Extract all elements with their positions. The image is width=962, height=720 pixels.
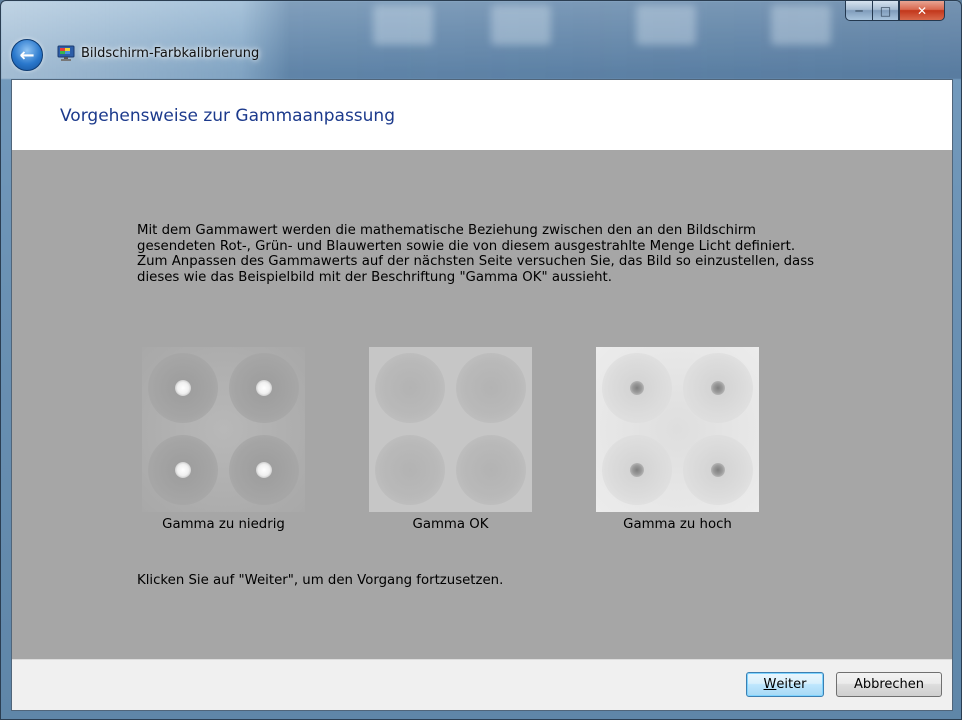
next-button-accel: W	[763, 677, 777, 692]
calibration-window: ─ □ ✕ ← Bildschirm-Farbkalibrierung Vorg…	[0, 0, 962, 720]
back-button[interactable]: ←	[11, 39, 43, 71]
background-desktop-icon	[373, 5, 433, 45]
gamma-center-dot	[630, 381, 644, 395]
gamma-center-dot	[256, 380, 272, 396]
back-arrow-icon: ←	[19, 44, 35, 66]
cancel-button[interactable]: Abbrechen	[836, 672, 942, 697]
page-title: Vorgehensweise zur Gammaanpassung	[60, 106, 395, 126]
background-desktop-icon	[771, 5, 831, 45]
minimize-button[interactable]: ─	[845, 1, 872, 21]
intro-text: Mit dem Gammawert werden die mathematisc…	[137, 223, 837, 285]
background-desktop-icon	[636, 5, 696, 45]
sample-gamma-ok: Gamma OK	[369, 347, 532, 532]
minimize-icon: ─	[855, 3, 863, 18]
button-bar: Weiter Abbrechen	[12, 659, 952, 710]
monitor-icon	[57, 45, 75, 61]
gamma-circle	[456, 353, 526, 423]
gamma-circle	[375, 353, 445, 423]
caption-buttons: ─ □ ✕	[845, 1, 945, 23]
close-icon: ✕	[916, 3, 928, 18]
intro-paragraph: Mit dem Gammawert werden die mathematisc…	[137, 223, 796, 254]
gamma-center-dot	[630, 463, 644, 477]
gamma-high-image	[596, 347, 759, 512]
background-desktop-icon	[491, 5, 551, 45]
window-title: Bildschirm-Farbkalibrierung	[81, 46, 260, 61]
gamma-center-dot	[256, 462, 272, 478]
sample-label: Gamma zu hoch	[623, 517, 732, 532]
header-band: Vorgehensweise zur Gammaanpassung	[12, 80, 952, 150]
gamma-low-image	[142, 347, 305, 512]
close-button[interactable]: ✕	[899, 1, 945, 21]
gamma-center-dot	[711, 381, 725, 395]
maximize-button[interactable]: □	[872, 1, 899, 21]
gamma-center-dot	[175, 462, 191, 478]
gamma-samples: Gamma zu niedrig Gamma OK Gamma zu hoch	[142, 347, 762, 547]
gamma-ok-image	[369, 347, 532, 512]
continue-hint: Klicken Sie auf "Weiter", um den Vorgang…	[137, 573, 504, 588]
next-button[interactable]: Weiter	[746, 672, 824, 697]
gamma-center-dot	[175, 380, 191, 396]
gamma-circle	[375, 435, 445, 505]
next-button-label: eiter	[776, 677, 807, 692]
sample-gamma-low: Gamma zu niedrig	[142, 347, 305, 532]
sample-gamma-high: Gamma zu hoch	[596, 347, 759, 532]
intro-paragraph: Zum Anpassen des Gammawerts auf der näch…	[137, 254, 815, 285]
sample-label: Gamma zu niedrig	[162, 517, 285, 532]
sample-label: Gamma OK	[412, 517, 489, 532]
gamma-center-dot	[711, 463, 725, 477]
gamma-circle	[456, 435, 526, 505]
maximize-icon: □	[879, 3, 892, 18]
wizard-client-area: Vorgehensweise zur Gammaanpassung Mit de…	[11, 79, 953, 711]
